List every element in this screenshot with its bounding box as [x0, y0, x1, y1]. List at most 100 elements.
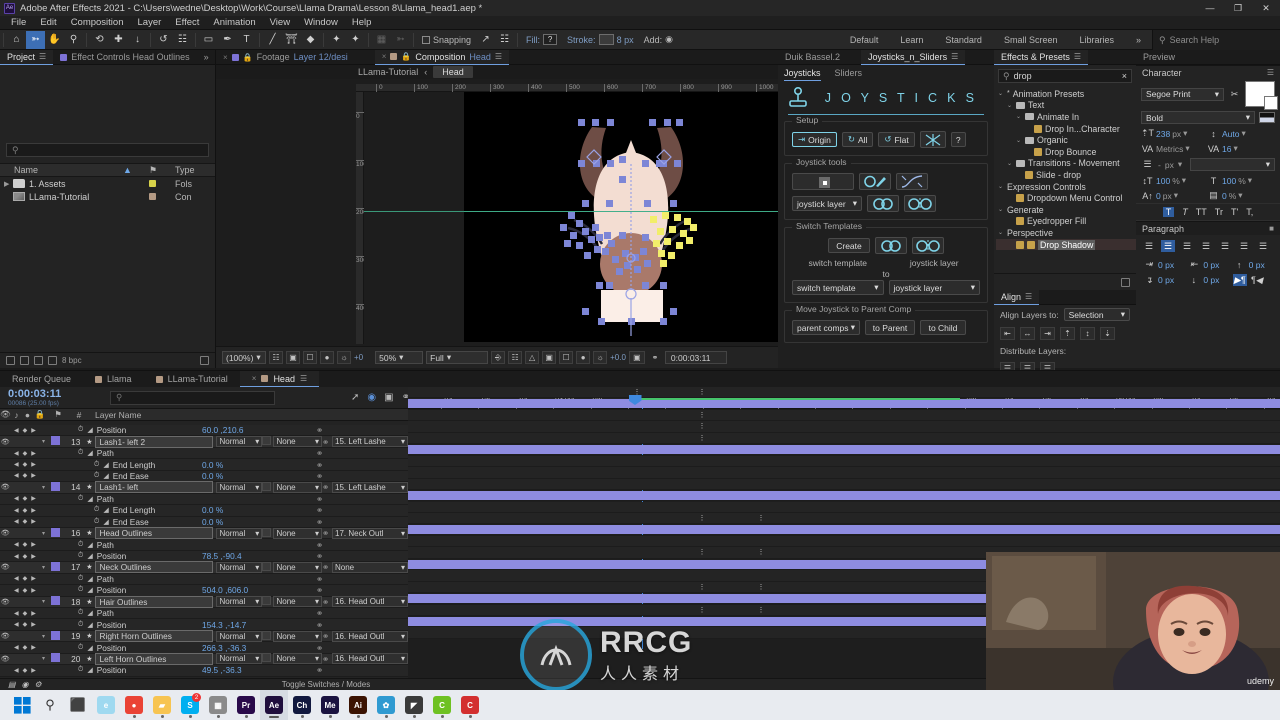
effects-search-input[interactable]: ⚲ drop ×: [998, 69, 1132, 83]
property-value[interactable]: 504.0 ,606.0: [200, 585, 316, 595]
property-name[interactable]: Path: [97, 494, 200, 504]
composition-mini-flowchart-icon[interactable]: ➚: [351, 392, 359, 403]
fill-color-swatch[interactable]: [1245, 81, 1278, 110]
property-pickwhip[interactable]: ⚭: [316, 540, 408, 550]
align-bottom-icon[interactable]: ⇣: [1100, 327, 1115, 340]
keyframe-marker[interactable]: ⋮: [699, 549, 706, 556]
workspace-learn[interactable]: Learn: [889, 35, 934, 45]
property-value[interactable]: 0.0 %: [200, 505, 316, 515]
origin-button[interactable]: ⇥ Origin: [792, 132, 837, 147]
property-name[interactable]: End Ease: [113, 471, 200, 481]
property-pickwhip[interactable]: ⚭: [316, 585, 408, 595]
camtasia-icon[interactable]: C: [456, 690, 484, 720]
property-value[interactable]: 0.0 %: [200, 460, 316, 470]
footage-channel-icon[interactable]: ●: [320, 351, 334, 364]
footage-region-icon[interactable]: ☐: [303, 351, 317, 364]
lock-icon[interactable]: 🔒: [401, 52, 411, 61]
after-effects-icon[interactable]: Ae: [260, 690, 288, 720]
keyframe-nav[interactable]: ◀ ◆ ▶: [0, 495, 36, 502]
effects-tree-item[interactable]: Drop Bounce: [996, 146, 1136, 158]
edge-icon[interactable]: e: [92, 690, 120, 720]
effects-tree-item[interactable]: Eyedropper Fill: [996, 216, 1136, 228]
workspace-default[interactable]: Default: [839, 35, 890, 45]
separate-joystick-icon[interactable]: [904, 195, 936, 212]
property-value[interactable]: 266.3 ,-36.3: [200, 643, 316, 653]
table-row[interactable]: 👁 ▾ 17 ★ Neck Outlines Normal ▾ None ▾ ⚭ None ▾: [0, 561, 408, 574]
preserve-transparency-toggle[interactable]: [262, 436, 273, 447]
align-text-center-icon[interactable]: ☰: [1161, 240, 1175, 252]
label-color-chip[interactable]: [51, 596, 62, 607]
property-value[interactable]: 0.0 %: [200, 517, 316, 527]
panel-menu-icon[interactable]: ☰: [951, 52, 958, 61]
switch-template-select[interactable]: switch template ▾: [792, 280, 884, 295]
property-row[interactable]: ◀ ◆ ▶ ⏱ ◢ End Length 0.0 % ⚭: [0, 459, 408, 471]
track-matte-select[interactable]: None ▾: [273, 596, 323, 608]
effects-tree-item[interactable]: ⌄ Perspective: [996, 227, 1136, 239]
effects-tree-item[interactable]: ⌄ Text: [996, 100, 1136, 112]
project-item-label-color[interactable]: [149, 180, 175, 187]
bit-depth-label[interactable]: 8 bpc: [62, 356, 82, 365]
keyframe-nav[interactable]: ◀ ◆ ▶: [0, 667, 36, 674]
layer-name[interactable]: Lash1- left: [95, 481, 214, 494]
composition-frame[interactable]: [464, 92, 799, 342]
graph-editor-icon[interactable]: ◢: [83, 621, 96, 629]
footage-exposure-value[interactable]: +0: [354, 353, 363, 362]
keyframe-nav[interactable]: ◀ ◆ ▶: [0, 507, 36, 514]
current-timecode[interactable]: 0:00:03:11: [0, 388, 100, 400]
layer-track[interactable]: [408, 444, 1280, 456]
preserve-transparency-toggle[interactable]: [262, 630, 273, 642]
table-row[interactable]: 👁 ▾ 16 ★ Head Outlines Normal ▾ None ▾ ⚭ 17. Neck …: [0, 527, 408, 540]
effects-tree-item[interactable]: ⌄ Transitions - Movement: [996, 158, 1136, 170]
property-pickwhip[interactable]: ⚭: [316, 574, 408, 584]
tab-joysticks-n-sliders[interactable]: Joysticks_n_Sliders ☰: [861, 49, 966, 65]
stroke-width-value[interactable]: -: [1158, 160, 1161, 170]
layer-track[interactable]: [408, 490, 1280, 502]
blend-mode-select[interactable]: Normal ▾: [213, 630, 263, 642]
property-pickwhip[interactable]: ⚭: [316, 620, 408, 630]
keyframe-marker[interactable]: ⋮: [758, 549, 765, 556]
graph-editor-icon[interactable]: ◢: [83, 609, 96, 617]
snapping-arrow-icon[interactable]: ↗: [476, 31, 495, 49]
composition-canvas[interactable]: [364, 92, 799, 344]
keyframe-nav[interactable]: ◀ ◆ ▶: [0, 518, 36, 525]
keyframe-nav[interactable]: ◀ ◆ ▶: [0, 610, 36, 617]
twirl-icon[interactable]: ⌄: [998, 183, 1004, 190]
property-pickwhip[interactable]: ⚭: [316, 505, 408, 515]
property-row[interactable]: ◀ ◆ ▶ ⏱ ◢ Position 49.5 ,-36.3 ⚭: [0, 665, 408, 677]
fill-stroke-preset-icon[interactable]: [1259, 112, 1275, 123]
property-track[interactable]: [408, 535, 1280, 548]
tab-duik-bassel[interactable]: Duik Bassel.2: [778, 50, 847, 65]
property-name[interactable]: End Length: [113, 505, 200, 515]
fast-preview-icon[interactable]: ⎆: [491, 351, 506, 364]
keyframe-nav[interactable]: ◀ ◆ ▶: [0, 587, 36, 594]
tab-footage[interactable]: × 🔒 Footage Layer 12/desi: [216, 50, 355, 65]
video-toggle-icon[interactable]: 👁: [0, 563, 10, 571]
stroke-swatch[interactable]: [598, 34, 614, 45]
layer-name[interactable]: Lash1- left 2: [95, 435, 214, 448]
twirl-icon[interactable]: ⌄: [998, 229, 1004, 236]
eraser-icon[interactable]: ◆: [301, 31, 320, 49]
menu-item-effect[interactable]: Effect: [168, 17, 206, 28]
keyframe-nav[interactable]: ◀ ◆ ▶: [0, 575, 36, 582]
twirl-icon[interactable]: ⌄: [998, 90, 1004, 97]
property-name[interactable]: Position: [97, 643, 200, 653]
wps-icon[interactable]: C: [428, 690, 456, 720]
twirl-icon[interactable]: ▶: [4, 180, 13, 188]
parent-link-select[interactable]: ⚭ 15. Left Lashe ▾: [322, 436, 408, 448]
graph-editor-icon[interactable]: ◢: [83, 552, 96, 560]
workspace-overflow-icon[interactable]: »: [1125, 35, 1152, 45]
keyframe-marker[interactable]: ⋮: [699, 584, 706, 591]
twirl-icon[interactable]: ▾: [42, 633, 51, 640]
property-pickwhip[interactable]: ⚭: [316, 517, 408, 527]
property-pickwhip[interactable]: ⚭: [316, 494, 408, 504]
resolution-select[interactable]: Full ▾: [426, 351, 489, 364]
property-name[interactable]: Path: [97, 540, 200, 550]
clone-stamp-icon[interactable]: ⛩: [282, 31, 301, 49]
parent-link-select[interactable]: ⚭ None ▾: [322, 561, 408, 573]
exposure-value[interactable]: +0.0: [610, 353, 626, 362]
twirl-icon[interactable]: ▾: [42, 484, 51, 491]
table-row[interactable]: 👁 ▾ 18 ★ Hair Outlines Normal ▾ None ▾ ⚭ 16. Head …: [0, 595, 408, 608]
graph-editor-icon[interactable]: ◢: [83, 541, 96, 549]
notes-icon[interactable]: ◤: [400, 690, 428, 720]
tracking-field[interactable]: VA 16 ▾: [1207, 143, 1269, 154]
